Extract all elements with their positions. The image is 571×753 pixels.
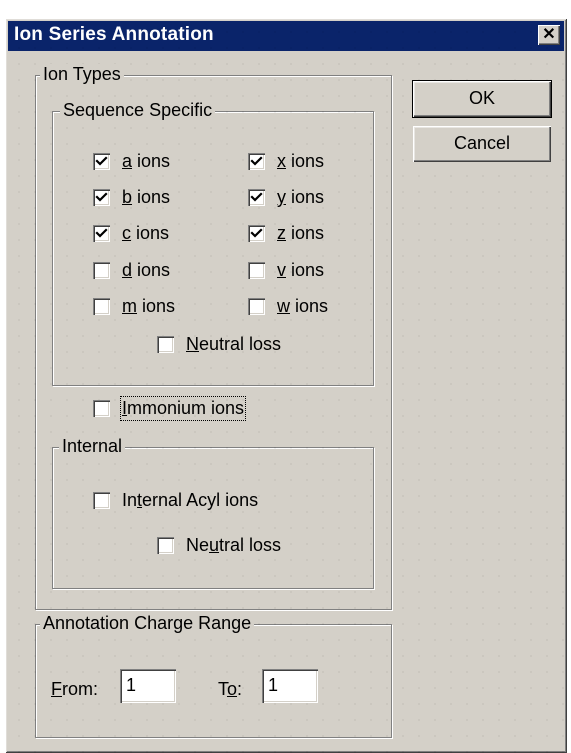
checkbox-label: x ions: [277, 151, 325, 171]
to-input[interactable]: 1: [262, 669, 318, 703]
internal-group: Internal: [52, 436, 374, 589]
checkmark-icon: [250, 228, 263, 238]
checkbox-w-ions[interactable]: w ions: [248, 296, 328, 317]
checkbox-box[interactable]: [248, 262, 265, 279]
immonium-ions-checkbox[interactable]: Immonium ions: [93, 396, 247, 421]
checkbox-box[interactable]: [93, 189, 110, 206]
checkbox-box[interactable]: [157, 537, 174, 554]
close-button[interactable]: ✕: [538, 25, 560, 45]
checkbox-label: a ions: [122, 151, 171, 171]
close-icon: ✕: [542, 26, 556, 43]
internal-legend: Internal: [59, 436, 126, 457]
checkbox-box[interactable]: [93, 153, 110, 170]
checkbox-box[interactable]: [93, 225, 110, 242]
checkbox-a-ions[interactable]: a ions: [93, 151, 170, 172]
checkbox-label: Neutral loss: [186, 535, 282, 555]
checkbox-box[interactable]: [93, 492, 110, 509]
cancel-button[interactable]: Cancel: [413, 126, 551, 162]
checkbox-label: Neutral loss: [186, 334, 282, 354]
checkmark-icon: [250, 192, 263, 202]
ok-button[interactable]: OK: [412, 80, 552, 118]
checkbox-label: m ions: [122, 296, 176, 316]
sequence-specific-legend: Sequence Specific: [60, 100, 216, 121]
checkbox-box[interactable]: [248, 298, 265, 315]
checkbox-label: v ions: [277, 260, 325, 280]
checkbox-label: w ions: [277, 296, 329, 316]
checkbox-box[interactable]: [93, 298, 110, 315]
checkmark-icon: [95, 156, 108, 166]
checkbox-b-ions[interactable]: b ions: [93, 187, 170, 208]
checkbox-z-ions[interactable]: z ions: [248, 223, 324, 244]
checkmark-icon: [95, 228, 108, 238]
dialog-title: Ion Series Annotation: [14, 24, 214, 45]
checkbox-label: d ions: [122, 260, 171, 280]
checkbox-x-ions[interactable]: x ions: [248, 151, 324, 172]
checkbox-box[interactable]: [248, 225, 265, 242]
checkbox-label: y ions: [277, 187, 325, 207]
checkbox-label: Internal Acyl ions: [122, 490, 259, 510]
checkbox-label: z ions: [277, 223, 325, 243]
checkbox-c-ions[interactable]: c ions: [93, 223, 169, 244]
checkbox-d-ions[interactable]: d ions: [93, 260, 170, 281]
checkbox-box[interactable]: [93, 262, 110, 279]
charge-range-legend: Annotation Charge Range: [40, 613, 255, 634]
internal-acyl-ions-checkbox[interactable]: Internal Acyl ions: [93, 490, 258, 511]
checkbox-label: Immonium ions: [119, 396, 247, 421]
to-label: To:: [218, 679, 243, 699]
checkbox-box[interactable]: [248, 189, 265, 206]
seq-neutral-loss-checkbox[interactable]: Neutral loss: [157, 334, 281, 355]
checkmark-icon: [95, 192, 108, 202]
ion-types-legend: Ion Types: [40, 64, 124, 85]
checkbox-box[interactable]: [93, 400, 110, 417]
checkbox-box[interactable]: [157, 336, 174, 353]
checkbox-y-ions[interactable]: y ions: [248, 187, 324, 208]
ion-series-annotation-dialog: Ion Series Annotation ✕ OK Cancel Ion Ty…: [5, 18, 567, 753]
checkbox-v-ions[interactable]: v ions: [248, 260, 324, 281]
checkbox-m-ions[interactable]: m ions: [93, 296, 175, 317]
from-input[interactable]: 1: [120, 669, 176, 703]
from-label: From:: [51, 679, 98, 699]
checkmark-icon: [250, 156, 263, 166]
checkbox-label: b ions: [122, 187, 171, 207]
checkbox-box[interactable]: [248, 153, 265, 170]
title-bar[interactable]: Ion Series Annotation ✕: [8, 21, 564, 51]
internal-neutral-loss-checkbox[interactable]: Neutral loss: [157, 535, 281, 556]
checkbox-label: c ions: [122, 223, 170, 243]
